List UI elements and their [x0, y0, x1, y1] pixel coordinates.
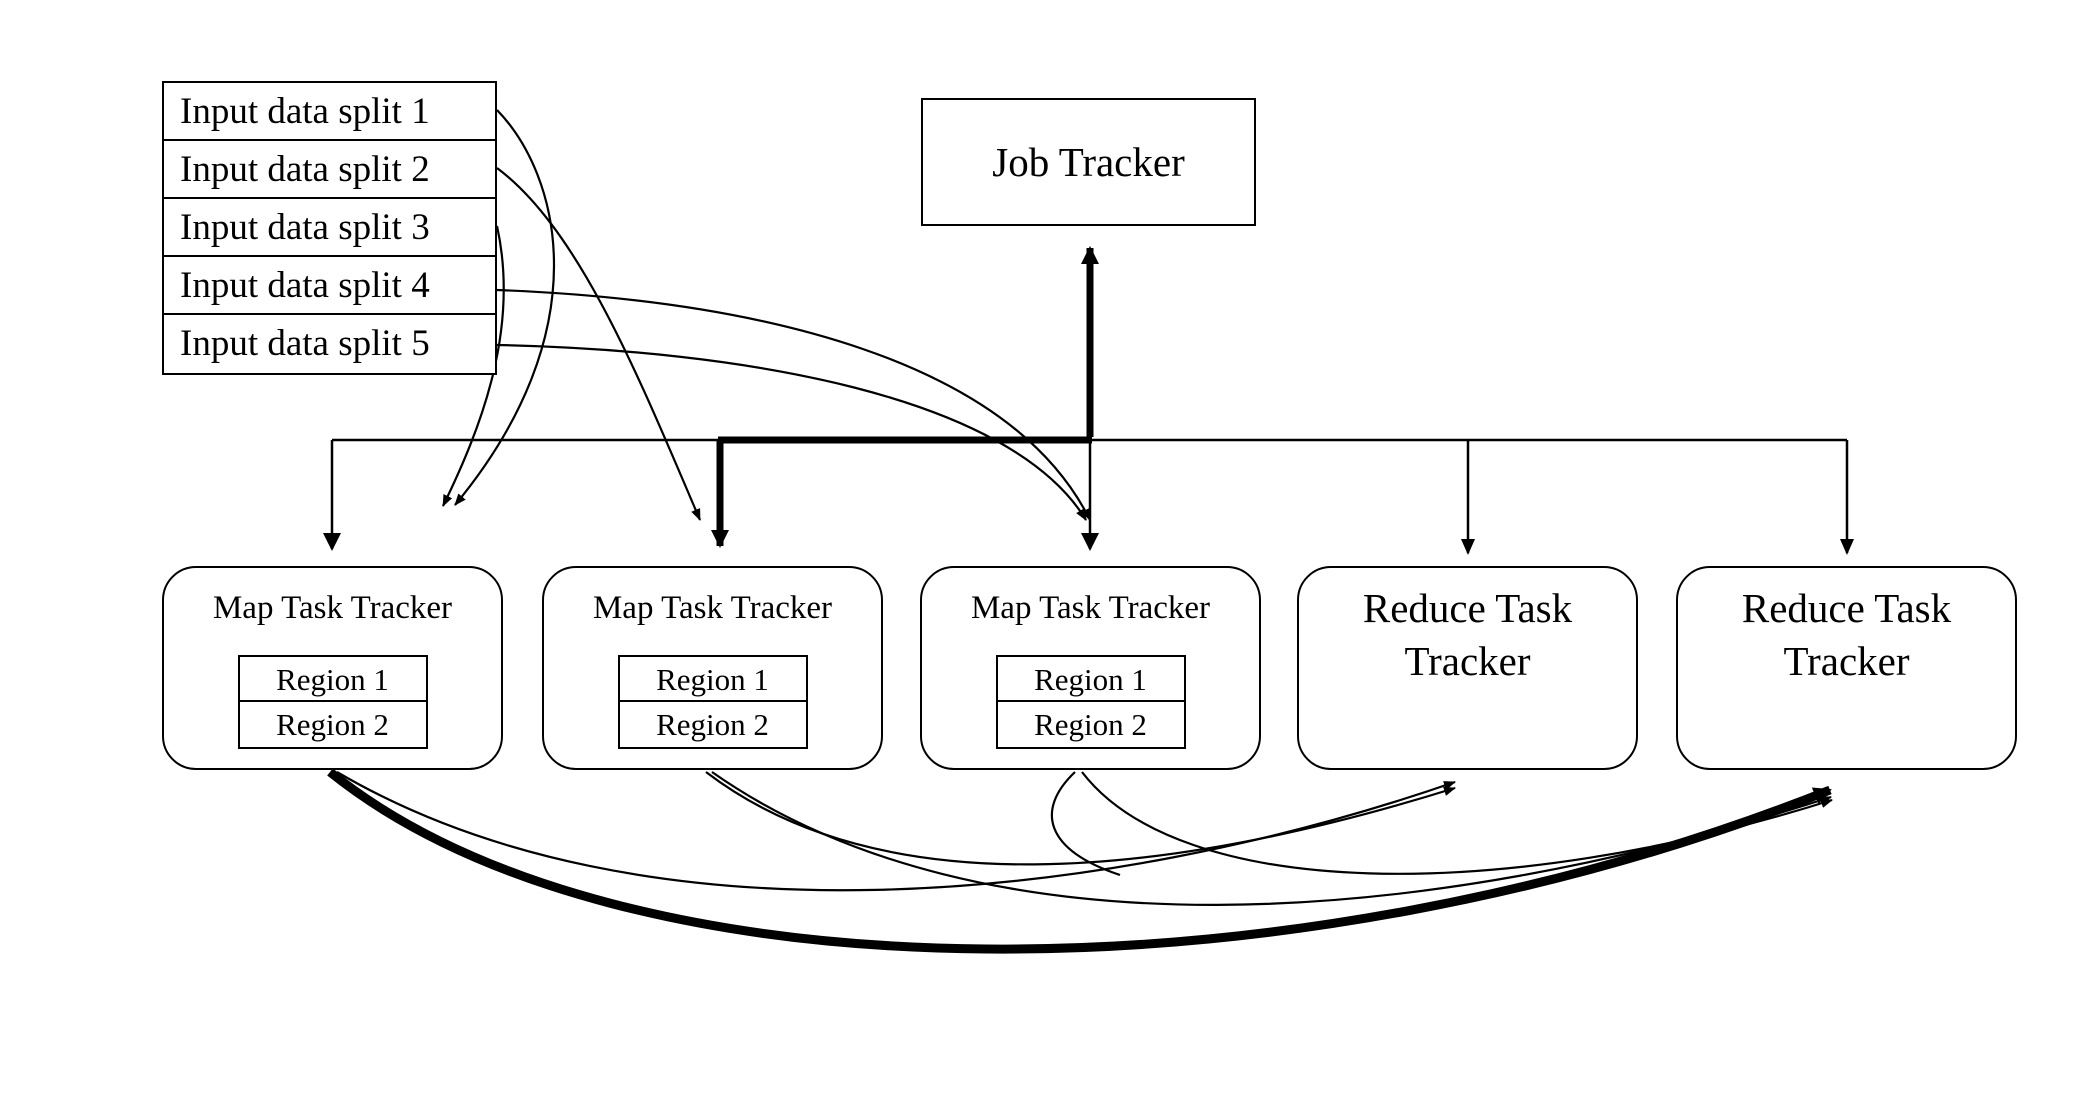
map-task-tracker-label: Map Task Tracker [592, 590, 833, 626]
region-row[interactable]: Region 2 [620, 702, 806, 747]
region-row[interactable]: Region 2 [240, 702, 426, 747]
map-task-tracker-2[interactable]: Map Task Tracker Region 1 Region 2 [542, 566, 883, 770]
map-task-tracker-label: Map Task Tracker [212, 590, 453, 626]
input-data-split-row[interactable]: Input data split 5 [164, 315, 495, 373]
diagram-canvas: Input data split 1 Input data split 2 In… [0, 0, 2085, 1104]
reduce-task-tracker-label-line1: Reduce Task [1362, 585, 1573, 631]
region-row[interactable]: Region 1 [619, 657, 806, 702]
input-data-split-row[interactable]: Input data split 4 [164, 257, 495, 315]
job-tracker-label: Job Tracker [992, 139, 1185, 185]
map-task-tracker-3[interactable]: Map Task Tracker Region 1 Region 2 [920, 566, 1261, 770]
input-data-split-row[interactable]: Input data split 1 [164, 83, 495, 141]
map-task-tracker-label: Map Task Tracker [970, 590, 1211, 626]
job-tracker-box[interactable]: Job Tracker [921, 98, 1256, 226]
map-task-tracker-1[interactable]: Map Task Tracker Region 1 Region 2 [162, 566, 503, 770]
reduce-task-tracker-label-line1: Reduce Task [1741, 585, 1952, 631]
reduce-task-tracker-1[interactable]: Reduce Task Tracker [1297, 566, 1638, 770]
reduce-task-tracker-2[interactable]: Reduce Task Tracker [1676, 566, 2017, 770]
region-list: Region 1 Region 2 [995, 655, 1186, 749]
map-to-reduce-curves [327, 768, 1833, 954]
input-data-split-row[interactable]: Input data split 3 [164, 199, 495, 257]
region-row[interactable]: Region 1 [997, 657, 1184, 702]
region-row[interactable]: Region 1 [239, 657, 426, 702]
input-data-split-stack: Input data split 1 Input data split 2 In… [162, 81, 497, 375]
reduce-task-tracker-label-line2: Tracker [1404, 638, 1531, 684]
input-data-split-row[interactable]: Input data split 2 [164, 141, 495, 199]
region-row[interactable]: Region 2 [998, 702, 1184, 747]
reduce-task-tracker-label: Reduce Task Tracker [1678, 582, 2015, 688]
region-list: Region 1 Region 2 [237, 655, 428, 749]
reduce-task-tracker-label: Reduce Task Tracker [1299, 582, 1636, 688]
region-list: Region 1 Region 2 [617, 655, 808, 749]
reduce-task-tracker-label-line2: Tracker [1783, 638, 1910, 684]
